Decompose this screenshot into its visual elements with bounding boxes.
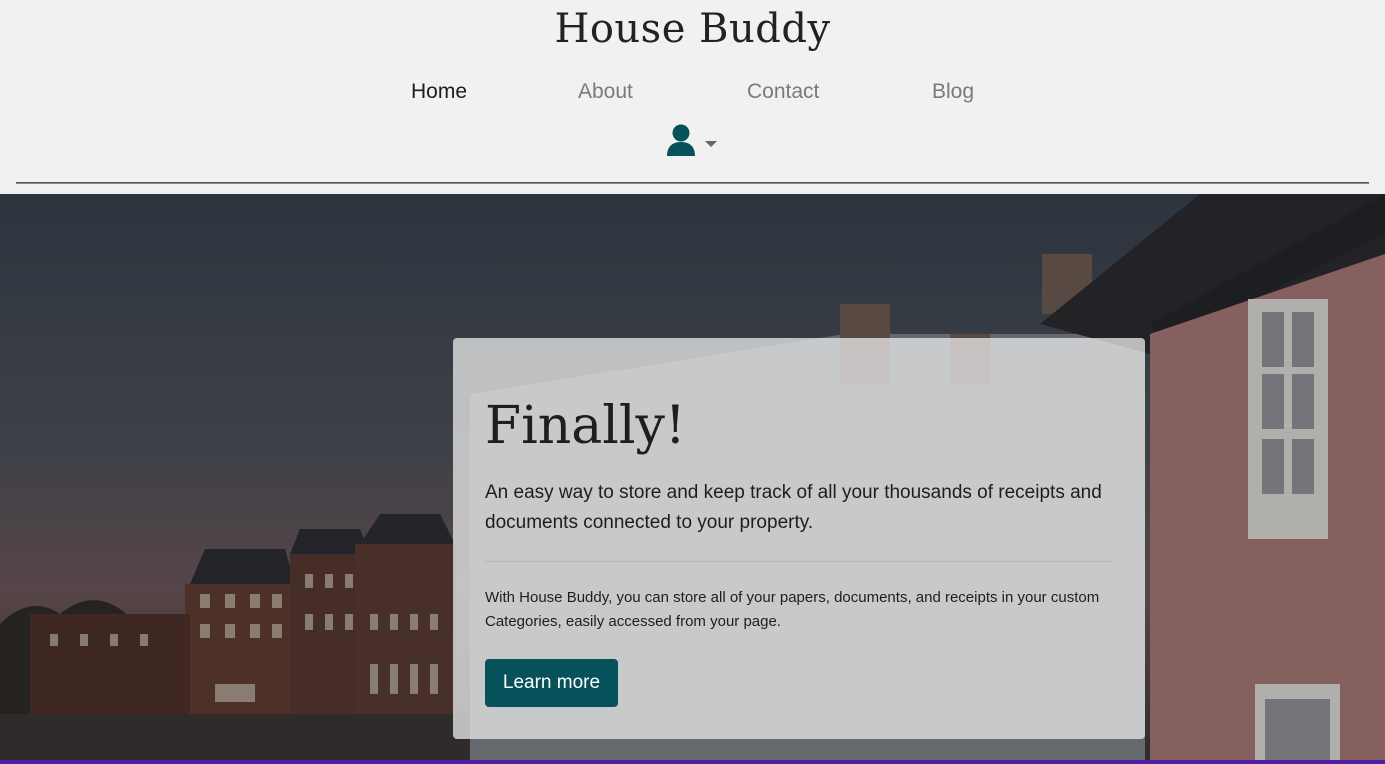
caret-down-icon bbox=[705, 141, 717, 147]
hero-card: Finally! An easy way to store and keep t… bbox=[453, 338, 1145, 739]
nav-home[interactable]: Home bbox=[411, 80, 467, 104]
hero-lead: An easy way to store and keep track of a… bbox=[485, 482, 1102, 533]
nav-contact[interactable]: Contact bbox=[747, 80, 819, 104]
hero-card-divider bbox=[485, 561, 1112, 562]
site-header: House Buddy Home About Contact Blog bbox=[0, 0, 1385, 194]
page: House Buddy Home About Contact Blog Fina… bbox=[0, 0, 1385, 764]
nav-blog[interactable]: Blog bbox=[932, 80, 974, 104]
hero-body: With House Buddy, you can store all of y… bbox=[485, 589, 1100, 630]
user-menu-toggle[interactable] bbox=[665, 122, 721, 160]
header-divider bbox=[16, 182, 1369, 184]
nav-about[interactable]: About bbox=[578, 80, 633, 104]
hero-title: Finally! bbox=[485, 396, 686, 456]
user-icon bbox=[667, 124, 695, 156]
site-brand[interactable]: House Buddy bbox=[0, 6, 1385, 52]
hero-section: Finally! An easy way to store and keep t… bbox=[0, 194, 1385, 764]
main-nav: Home About Contact Blog bbox=[0, 80, 1385, 110]
learn-more-button[interactable]: Learn more bbox=[485, 659, 618, 707]
page-bottom-border bbox=[0, 760, 1385, 764]
